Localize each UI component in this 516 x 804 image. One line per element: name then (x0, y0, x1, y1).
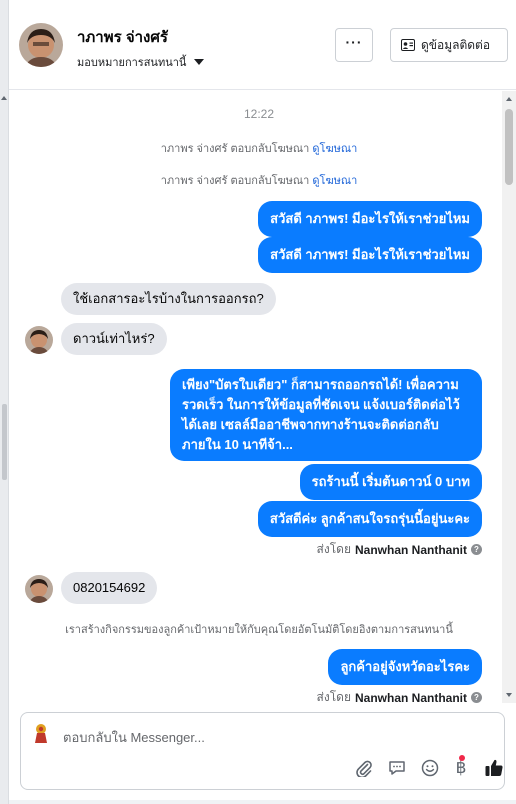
system-note-ad-reply: าภาพร จ่างศรั ตอบกลับโฆษณา ดูโฆษณา (160, 175, 358, 187)
conversation-panel: าภาพร จ่างศรั มอบหมายการสนทนานี้ ··· ดูข… (9, 0, 516, 800)
view-ad-link[interactable]: ดูโฆษณา (312, 175, 357, 187)
outgoing-message: เพียง"บัตรใบเดียว" ก็สามารถออกรถได้! เพื… (170, 369, 482, 461)
paperclip-icon[interactable] (353, 757, 375, 779)
reply-input[interactable]: ตอบกลับใน Messenger... (63, 727, 205, 748)
left-panel-edge (0, 0, 9, 804)
contact-avatar-small (25, 326, 53, 354)
outgoing-message: รถร้านนี้ เริ่มต้นดาวน์ 0 บาท (299, 464, 482, 500)
outgoing-message: ลูกค้าอยู่จังหวัดอะไรคะ (328, 649, 482, 685)
sent-by-label: ส่งโดย Nanwhan Nanthanit ? (317, 688, 482, 703)
left-scrollbar-thumb[interactable] (2, 404, 7, 480)
contact-card-icon (401, 39, 415, 51)
sent-by-label: ส่งโดย Nanwhan Nanthanit ? (317, 540, 482, 559)
outgoing-message: สวัสดี าภาพร! มีอะไรให้เราช่วยไหม (258, 237, 482, 273)
contact-button-label: ดูข้อมูลติดต่อ (421, 37, 491, 52)
outgoing-message: สวัสดีค่ะ ลูกค้าสนใจรถรุ่นนี้อยู่นะคะ (257, 501, 482, 537)
more-options-button[interactable]: ··· (335, 28, 373, 62)
scrollbar-thumb[interactable] (505, 109, 513, 185)
info-icon[interactable]: ? (471, 692, 482, 703)
view-ad-link[interactable]: ดูโฆษณา (312, 143, 357, 155)
contact-avatar-small (25, 575, 53, 603)
view-contact-info-button[interactable]: ดูข้อมูลติดต่อ (390, 28, 508, 62)
info-icon[interactable]: ? (471, 544, 482, 555)
message-thread[interactable]: 12:22 าภาพร จ่างศรั ตอบกลับโฆษณา ดูโฆษณา… (9, 91, 516, 703)
like-icon[interactable] (483, 757, 505, 779)
sender-name: Nanwhan Nanthanit (354, 542, 467, 557)
contact-avatar[interactable] (19, 23, 63, 67)
notification-dot (459, 755, 465, 761)
scroll-up-icon[interactable] (506, 97, 512, 101)
assign-conversation-dropdown[interactable]: มอบหมายการสนทนานี้ (77, 53, 205, 71)
chat-bubble-icon[interactable] (386, 757, 408, 779)
scroll-down-icon[interactable] (506, 693, 512, 697)
sender-name: Nanwhan Nanthanit (354, 690, 467, 704)
left-scroll-up-icon[interactable] (1, 96, 7, 100)
incoming-message: 0820154692 (61, 572, 158, 604)
activity-note: เราสร้างกิจกรรมของลูกค้าเป้าหมายให้กับคุ… (65, 624, 453, 636)
caret-down-icon (194, 59, 205, 65)
message-composer: ตอบกลับใน Messenger... ฿ (20, 712, 505, 790)
emoji-icon[interactable] (419, 757, 441, 779)
conversation-header: าภาพร จ่างศรั มอบหมายการสนทนานี้ ··· ดูข… (9, 0, 516, 90)
assign-label: มอบหมายการสนทนานี้ (77, 57, 187, 69)
more-icon: ··· (345, 34, 363, 50)
timestamp: 12:22 (243, 107, 275, 121)
contact-name: าภาพร จ่างศรั (77, 29, 168, 46)
outgoing-message: สวัสดี าภาพร! มีอะไรให้เราช่วยไหม (258, 201, 482, 237)
incoming-message: ใช้เอกสารอะไรบ้างในการออกรถ? (61, 283, 276, 315)
system-note-ad-reply: าภาพร จ่างศรั ตอบกลับโฆษณา ดูโฆษณา (160, 143, 358, 155)
thread-scrollbar[interactable] (502, 91, 516, 703)
page-avatar (29, 721, 53, 745)
incoming-message: ดาวน์เท่าไหร่? (61, 323, 167, 355)
